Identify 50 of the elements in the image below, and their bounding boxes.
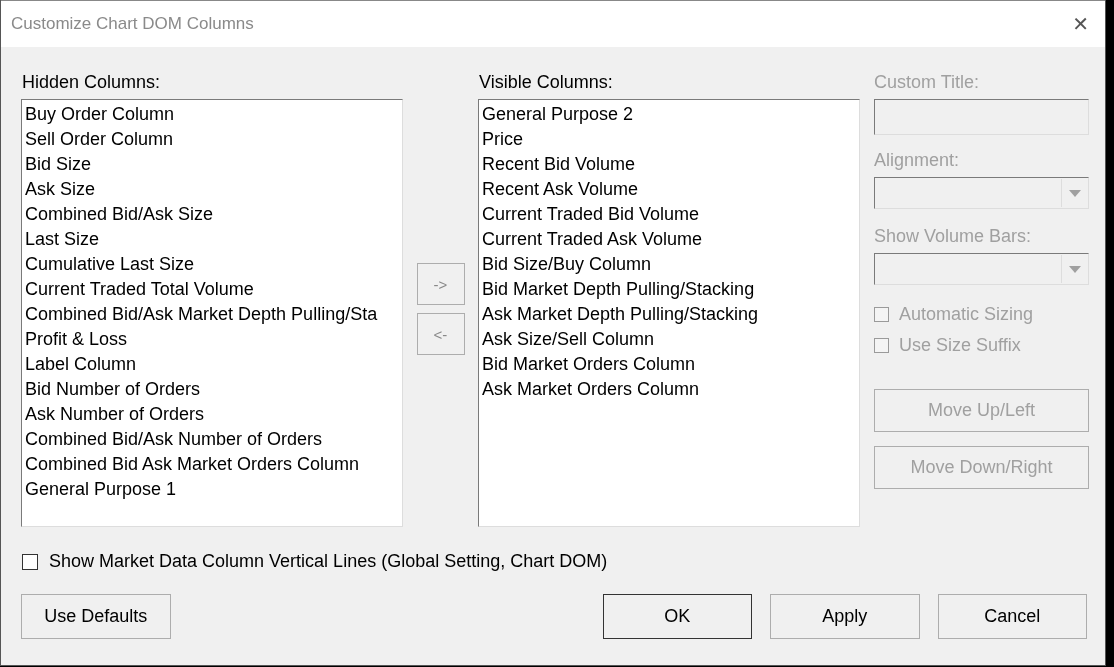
list-item[interactable]: Ask Size (25, 177, 402, 202)
checkbox[interactable] (22, 553, 38, 570)
list-item[interactable]: Current Traded Ask Volume (482, 227, 859, 252)
list-item[interactable]: Buy Order Column (25, 102, 402, 127)
list-item[interactable]: Current Traded Bid Volume (482, 202, 859, 227)
list-item[interactable]: Bid Size/Buy Column (482, 252, 859, 277)
checkbox-label: Automatic Sizing (899, 304, 1034, 325)
list-item[interactable]: Ask Market Orders Column (482, 377, 859, 402)
checkbox-label: Show Market Data Column Vertical Lines (Global Setting, Chart DOM) (49, 551, 608, 572)
list-item[interactable]: Bid Market Orders Column (482, 352, 859, 377)
list-item[interactable]: Combined Bid Ask Market Orders Column (25, 452, 402, 477)
list-item[interactable]: General Purpose 1 (25, 477, 402, 502)
caret-icon (1068, 265, 1081, 273)
list-item[interactable]: Price (482, 127, 859, 152)
list-item[interactable]: Bid Number of Orders (25, 377, 402, 402)
dropdown[interactable] (874, 177, 1089, 209)
list-item[interactable]: Ask Number of Orders (25, 402, 402, 427)
list-item[interactable]: General Purpose 2 (482, 102, 859, 127)
list-item[interactable]: Sell Order Column (25, 127, 402, 152)
list-item[interactable]: Recent Ask Volume (482, 177, 859, 202)
close-button[interactable]: ✕ (1068, 12, 1093, 36)
custom-title-field[interactable] (874, 99, 1089, 135)
list-item[interactable]: Last Size (25, 227, 402, 252)
window-title: Customize Chart DOM Columns (11, 14, 254, 34)
dialog-button[interactable]: OK (602, 594, 752, 639)
caret-icon (1068, 189, 1081, 197)
list-item[interactable]: Ask Size/Sell Column (482, 327, 859, 352)
list-item[interactable]: Label Column (25, 352, 402, 377)
column-list[interactable] (21, 99, 403, 527)
list-item[interactable]: Current Traded Total Volume (25, 277, 402, 302)
field-label: Alignment: (874, 149, 961, 172)
list-item[interactable]: Ask Market Depth Pulling/Stacking (482, 302, 859, 327)
dialog-button[interactable]: Cancel (937, 594, 1087, 639)
list-item[interactable]: Bid Market Depth Pulling/Stacking (482, 277, 859, 302)
dialog-button[interactable]: Apply (770, 594, 920, 639)
list-item[interactable]: Bid Size (25, 152, 402, 177)
column-list[interactable] (478, 99, 860, 527)
list-item[interactable]: Cumulative Last Size (25, 252, 402, 277)
list-item[interactable]: Recent Bid Volume (482, 152, 859, 177)
list-item[interactable]: Combined Bid/Ask Number of Orders (25, 427, 402, 452)
dropdown[interactable] (874, 253, 1089, 285)
field-label: Custom Title: (874, 71, 981, 94)
list-item[interactable]: Combined Bid/Ask Size (25, 202, 402, 227)
checkbox-label: Use Size Suffix (899, 335, 1021, 356)
list-label: Hidden Columns: (21, 71, 162, 94)
list-label: Visible Columns: (478, 71, 614, 94)
list-item[interactable]: Combined Bid/Ask Market Depth Pulling/Sta (25, 302, 402, 327)
dialog-button[interactable]: Use Defaults (21, 594, 171, 639)
field-label: Show Volume Bars: (874, 225, 1033, 248)
list-item[interactable]: Profit & Loss (25, 327, 402, 352)
